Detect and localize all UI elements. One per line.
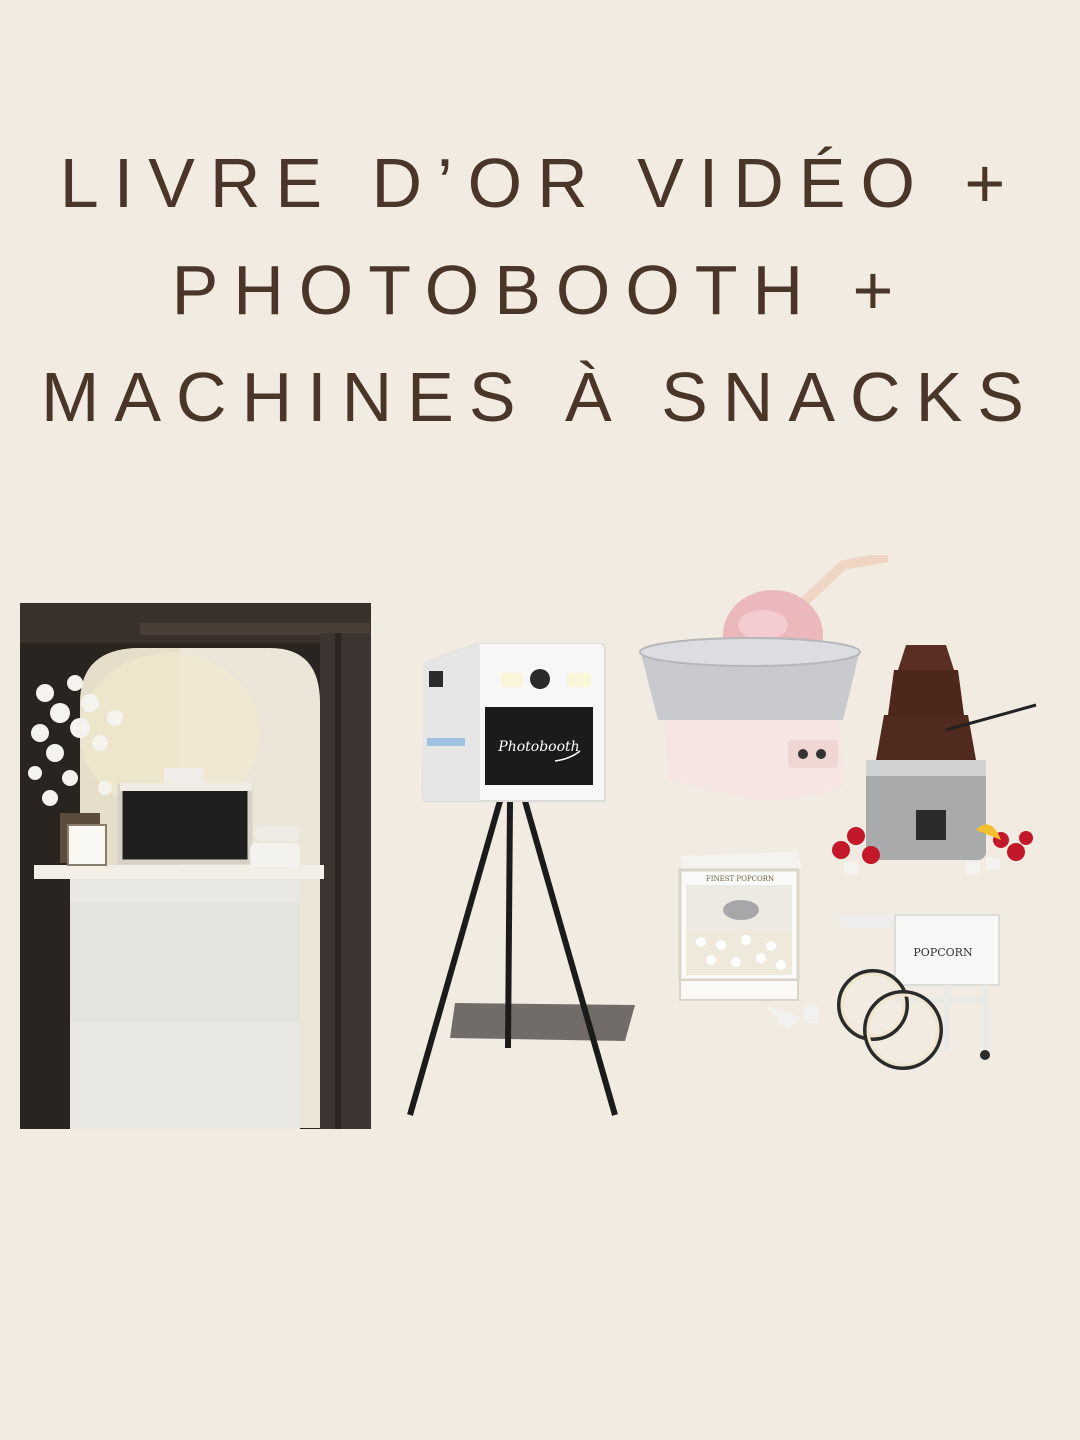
photobooth-image: Photobooth [405,643,640,1120]
popcorn-machine-label: FINEST POPCORN [706,875,774,883]
title-line-1: LIVRE D’OR VIDÉO + [59,144,1021,222]
video-guestbook-photo [20,603,371,1129]
popcorn-machine-image: FINEST POPCORN [676,850,824,1038]
photobooth-screen-text: Photobooth [497,739,579,755]
popcorn-cart-label: POPCORN [913,946,973,959]
popcorn-cart-image: POPCORN [835,905,1005,1075]
title-line-2: PHOTOBOOTH + [171,251,909,329]
chocolate-fountain-image [826,640,1041,880]
page-title: LIVRE D’OR VIDÉO + PHOTOBOOTH + MACHINES… [0,130,1080,451]
title-line-3: MACHINES À SNACKS [41,358,1039,436]
